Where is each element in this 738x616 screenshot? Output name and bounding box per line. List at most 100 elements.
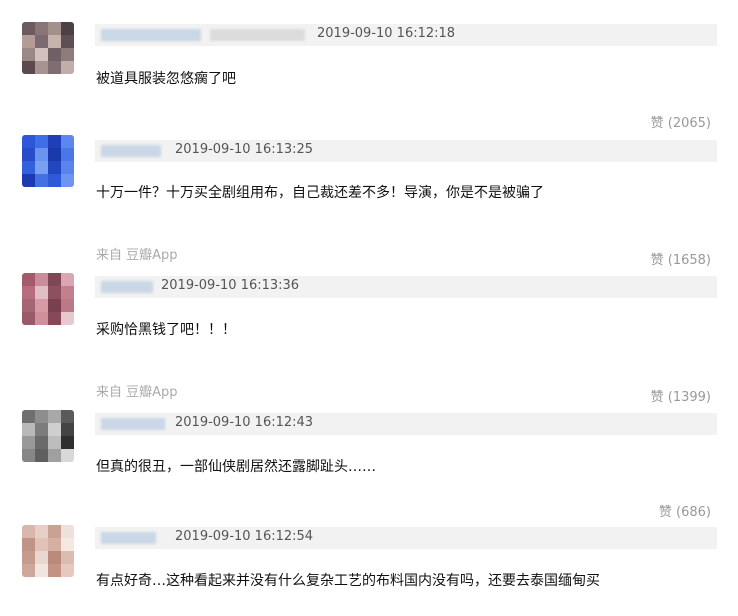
comment-meta-bar: 2019-09-10 16:13:25 — [95, 140, 717, 162]
like-button[interactable]: 赞 (686) — [659, 501, 711, 520]
avatar-mosaic-tile — [48, 449, 61, 462]
avatar-mosaic-tile — [48, 410, 61, 423]
avatar-mosaic-tile — [48, 61, 61, 74]
avatar[interactable] — [22, 273, 74, 325]
avatar-mosaic-tile — [35, 48, 48, 61]
comment-meta-bar: 2019-09-10 16:12:54 — [95, 527, 717, 549]
avatar-mosaic-tile — [35, 423, 48, 436]
avatar-mosaic-tile — [35, 161, 48, 174]
avatar-mosaic-tile — [22, 48, 35, 61]
avatar-mosaic-tile — [61, 564, 74, 577]
like-button[interactable]: 赞 (2065) — [651, 112, 711, 131]
avatar-mosaic-tile — [22, 423, 35, 436]
avatar-mosaic-tile — [22, 436, 35, 449]
avatar-mosaic-tile — [61, 436, 74, 449]
avatar[interactable] — [22, 22, 74, 74]
avatar-mosaic-tile — [22, 286, 35, 299]
avatar-mosaic-tile — [22, 61, 35, 74]
avatar-mosaic-tile — [22, 551, 35, 564]
avatar-mosaic-tile — [35, 551, 48, 564]
avatar-mosaic-tile — [22, 312, 35, 325]
avatar-mosaic-tile — [61, 449, 74, 462]
avatar-mosaic-tile — [48, 22, 61, 35]
avatar-mosaic-tile — [61, 410, 74, 423]
like-button[interactable]: 赞 (1658) — [651, 249, 711, 268]
comment-time: 2019-09-10 16:13:25 — [175, 142, 314, 157]
avatar-mosaic-tile — [48, 551, 61, 564]
avatar-mosaic-tile — [35, 148, 48, 161]
avatar-mosaic-tile — [35, 525, 48, 538]
avatar-mosaic-tile — [35, 286, 48, 299]
avatar[interactable] — [22, 410, 74, 462]
avatar-mosaic-tile — [61, 22, 74, 35]
avatar-mosaic-tile — [48, 423, 61, 436]
avatar[interactable] — [22, 525, 74, 577]
avatar-mosaic-tile — [35, 410, 48, 423]
comment-time: 2019-09-10 16:13:36 — [161, 278, 300, 293]
comment-meta-bar: 2019-09-10 16:12:18 — [95, 24, 717, 46]
avatar-mosaic-tile — [61, 551, 74, 564]
avatar-mosaic-tile — [35, 564, 48, 577]
avatar-mosaic-tile — [48, 436, 61, 449]
avatar-mosaic-tile — [48, 525, 61, 538]
avatar-mosaic-tile — [35, 61, 48, 74]
comment-time: 2019-09-10 16:12:43 — [175, 415, 314, 430]
avatar-mosaic-tile — [48, 174, 61, 187]
avatar-mosaic-tile — [22, 299, 35, 312]
username-blurred-extra — [210, 29, 305, 41]
avatar-mosaic-tile — [35, 538, 48, 551]
avatar-mosaic-tile — [48, 564, 61, 577]
avatar-mosaic-tile — [61, 525, 74, 538]
avatar-mosaic-tile — [61, 538, 74, 551]
avatar-mosaic-tile — [48, 161, 61, 174]
username-blurred[interactable] — [101, 29, 201, 41]
avatar-mosaic-tile — [22, 273, 35, 286]
avatar-mosaic-tile — [35, 35, 48, 48]
avatar-mosaic-tile — [48, 135, 61, 148]
avatar-mosaic-tile — [22, 135, 35, 148]
avatar-mosaic-tile — [61, 273, 74, 286]
comment-source: 来自 豆瓣App — [96, 385, 178, 400]
comment-text: 但真的很丑，一部仙侠剧居然还露脚趾头…… — [96, 459, 376, 475]
avatar-mosaic-tile — [61, 135, 74, 148]
comment-meta-bar: 2019-09-10 16:12:43 — [95, 413, 717, 435]
avatar-mosaic-tile — [35, 449, 48, 462]
avatar-mosaic-tile — [22, 161, 35, 174]
comment-text: 十万一件？十万买全剧组用布，自己裁还差不多！导演，你是不是被骗了 — [96, 185, 544, 201]
username-blurred[interactable] — [101, 145, 161, 157]
comment-feed: 2019-09-10 16:12:18 被道具服装忽悠瘸了吧 赞 (2065) … — [0, 0, 738, 616]
comment-text: 被道具服装忽悠瘸了吧 — [96, 71, 236, 87]
avatar-mosaic-tile — [48, 273, 61, 286]
avatar-mosaic-tile — [22, 410, 35, 423]
avatar-mosaic-tile — [22, 564, 35, 577]
avatar-mosaic-tile — [48, 48, 61, 61]
avatar-mosaic-tile — [61, 174, 74, 187]
avatar-mosaic-tile — [61, 161, 74, 174]
avatar-mosaic-tile — [61, 299, 74, 312]
comment-text: 有点好奇…这种看起来并没有什么复杂工艺的布料国内没有吗，还要去泰国缅甸买 — [96, 573, 600, 589]
avatar-mosaic-tile — [61, 423, 74, 436]
avatar-mosaic-tile — [61, 312, 74, 325]
username-blurred[interactable] — [101, 532, 156, 544]
avatar-mosaic-tile — [22, 148, 35, 161]
avatar-mosaic-tile — [61, 286, 74, 299]
username-blurred[interactable] — [101, 418, 165, 430]
avatar-mosaic-tile — [22, 35, 35, 48]
avatar-mosaic-tile — [48, 148, 61, 161]
avatar-mosaic-tile — [48, 312, 61, 325]
avatar-mosaic-tile — [22, 525, 35, 538]
avatar[interactable] — [22, 135, 74, 187]
avatar-mosaic-tile — [22, 22, 35, 35]
avatar-mosaic-tile — [35, 299, 48, 312]
avatar-mosaic-tile — [35, 436, 48, 449]
avatar-mosaic-tile — [35, 174, 48, 187]
like-button[interactable]: 赞 (1399) — [651, 386, 711, 405]
avatar-mosaic-tile — [48, 286, 61, 299]
username-blurred[interactable] — [101, 281, 153, 293]
comment-time: 2019-09-10 16:12:54 — [175, 529, 314, 544]
avatar-mosaic-tile — [48, 299, 61, 312]
avatar-mosaic-tile — [61, 148, 74, 161]
avatar-mosaic-tile — [35, 135, 48, 148]
avatar-mosaic-tile — [35, 22, 48, 35]
avatar-mosaic-tile — [61, 48, 74, 61]
